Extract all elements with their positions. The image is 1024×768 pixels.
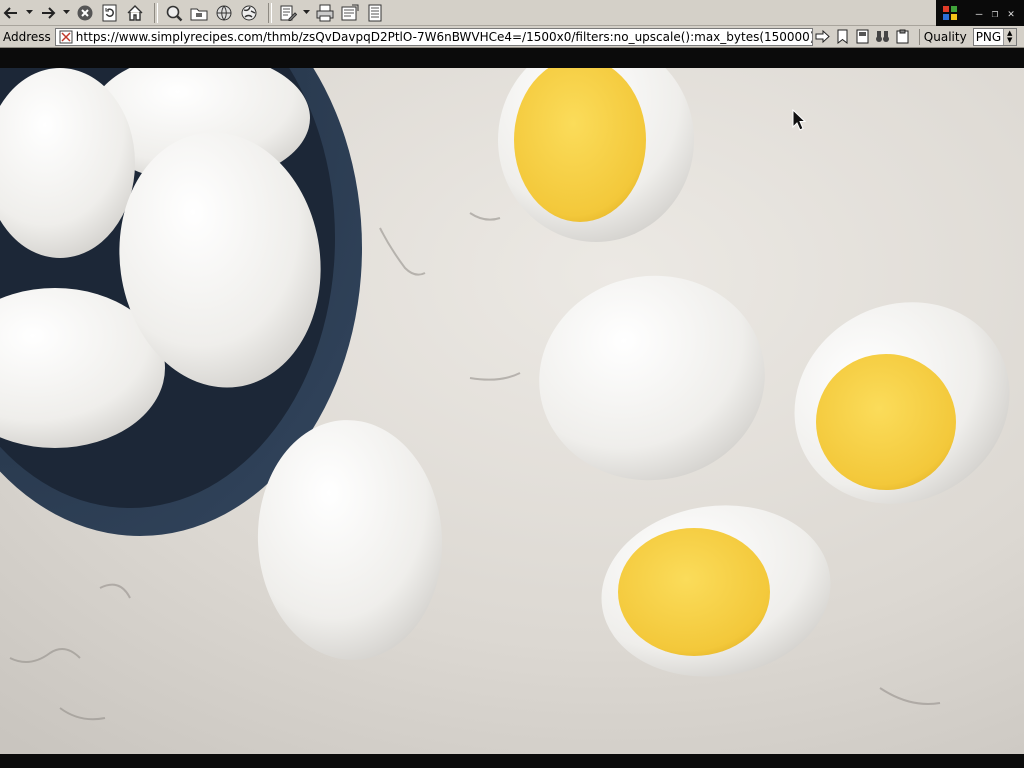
screenshot-button[interactable] <box>339 2 361 24</box>
home-icon <box>127 4 143 21</box>
egg-photo-image <box>0 68 1024 754</box>
reload-icon <box>102 4 117 21</box>
chevron-down-icon <box>62 10 70 14</box>
format-value: PNG <box>975 29 1002 44</box>
magnifier-icon <box>166 5 183 21</box>
window-controls: – ❐ ✕ <box>936 0 1024 26</box>
search-button[interactable] <box>163 2 185 24</box>
restore-button[interactable]: ❐ <box>990 7 1000 20</box>
clipboard-button[interactable] <box>893 28 913 46</box>
stop-icon <box>77 5 93 20</box>
printer-icon <box>316 4 334 21</box>
egg-yolk <box>816 354 956 490</box>
url-text: https://www.simplyrecipes.com/thmb/zsQvD… <box>75 29 813 44</box>
toolbar-separator <box>268 2 272 23</box>
edit-dropdown[interactable] <box>302 2 310 24</box>
address-label: Address <box>3 29 51 44</box>
bottom-black-strip <box>0 754 1024 768</box>
print-button[interactable] <box>314 2 336 24</box>
back-button[interactable] <box>0 2 22 24</box>
forward-dropdown[interactable] <box>62 2 70 24</box>
bookmark-button[interactable] <box>833 28 853 46</box>
spin-down-icon: ▼ <box>1006 35 1013 44</box>
page-favicon-icon <box>59 30 73 43</box>
windows-logo-icon <box>943 6 957 20</box>
globe-icon <box>216 5 232 20</box>
stop-button[interactable] <box>74 2 96 24</box>
egg-yolk <box>618 528 770 656</box>
forward-arrow-icon <box>42 6 56 19</box>
format-spinner[interactable]: ▲ ▼ <box>1002 28 1016 45</box>
page-button[interactable] <box>364 2 386 24</box>
toolbar-separator <box>154 2 158 23</box>
back-arrow-icon <box>3 6 17 19</box>
address-bar: Address https://www.simplyrecipes.com/th… <box>0 26 1024 48</box>
top-black-strip <box>0 48 1024 68</box>
folder-icon <box>190 8 208 20</box>
folder-button[interactable] <box>188 2 210 24</box>
go-button[interactable] <box>813 28 833 46</box>
chevron-down-icon <box>25 10 33 14</box>
egg-photo <box>0 68 1024 754</box>
history-button[interactable] <box>238 2 260 24</box>
edit-button[interactable] <box>277 2 299 24</box>
reload-button[interactable] <box>99 2 121 24</box>
quality-button[interactable]: Quality <box>918 28 971 45</box>
web-button[interactable] <box>213 2 235 24</box>
forward-button[interactable] <box>37 2 59 24</box>
find-button[interactable] <box>873 28 893 46</box>
address-actions <box>813 28 913 46</box>
save-page-icon <box>856 29 869 44</box>
save-page-button[interactable] <box>853 28 873 46</box>
screenshot-icon <box>341 4 359 20</box>
history-globe-icon <box>241 5 257 20</box>
back-dropdown[interactable] <box>25 2 33 24</box>
close-button[interactable]: ✕ <box>1006 7 1016 20</box>
main-toolbar <box>0 0 1024 26</box>
edit-icon <box>280 5 297 21</box>
mouse-cursor-icon <box>792 109 806 131</box>
minimize-button[interactable]: – <box>974 7 984 20</box>
url-input[interactable]: https://www.simplyrecipes.com/thmb/zsQvD… <box>54 27 813 46</box>
home-button[interactable] <box>124 2 146 24</box>
chevron-down-icon <box>302 10 310 14</box>
format-select[interactable]: PNG ▲ ▼ <box>972 27 1017 46</box>
go-arrow-icon <box>815 29 831 44</box>
page-icon <box>368 4 382 21</box>
clipboard-icon <box>896 29 909 44</box>
bookmark-icon <box>837 29 848 44</box>
binoculars-icon <box>876 31 890 42</box>
